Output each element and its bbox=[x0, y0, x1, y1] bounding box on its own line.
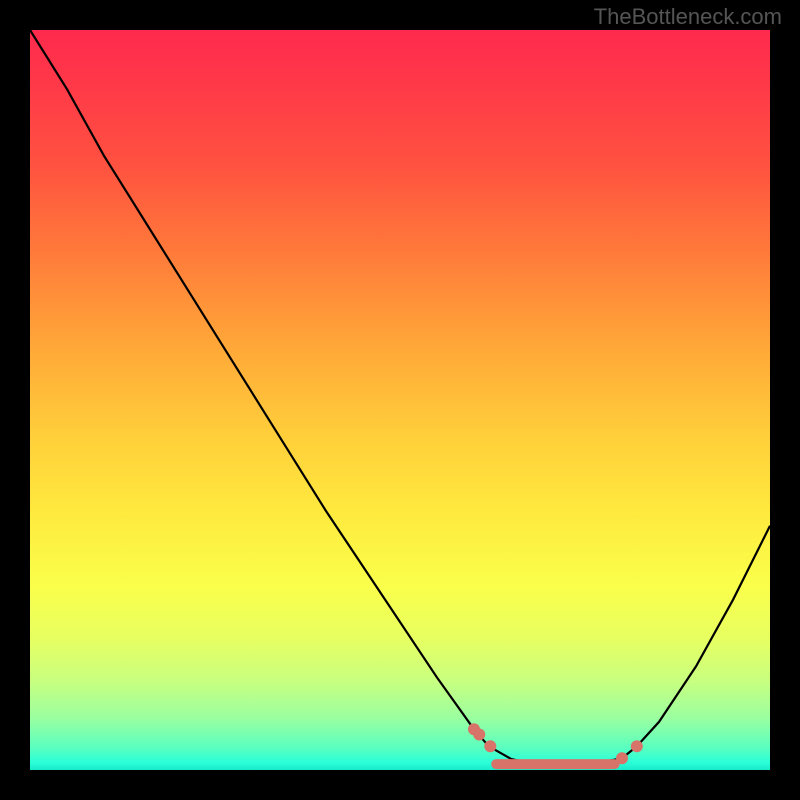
chart-frame bbox=[30, 30, 770, 770]
marker-group bbox=[468, 723, 643, 764]
marker-dot bbox=[631, 740, 643, 752]
watermark-text: TheBottleneck.com bbox=[594, 4, 782, 30]
plot-area bbox=[30, 30, 770, 770]
marker-dot bbox=[473, 729, 485, 741]
bottleneck-curve bbox=[30, 30, 770, 766]
marker-dot bbox=[616, 752, 628, 764]
curve-layer bbox=[30, 30, 770, 770]
marker-dot bbox=[484, 740, 496, 752]
